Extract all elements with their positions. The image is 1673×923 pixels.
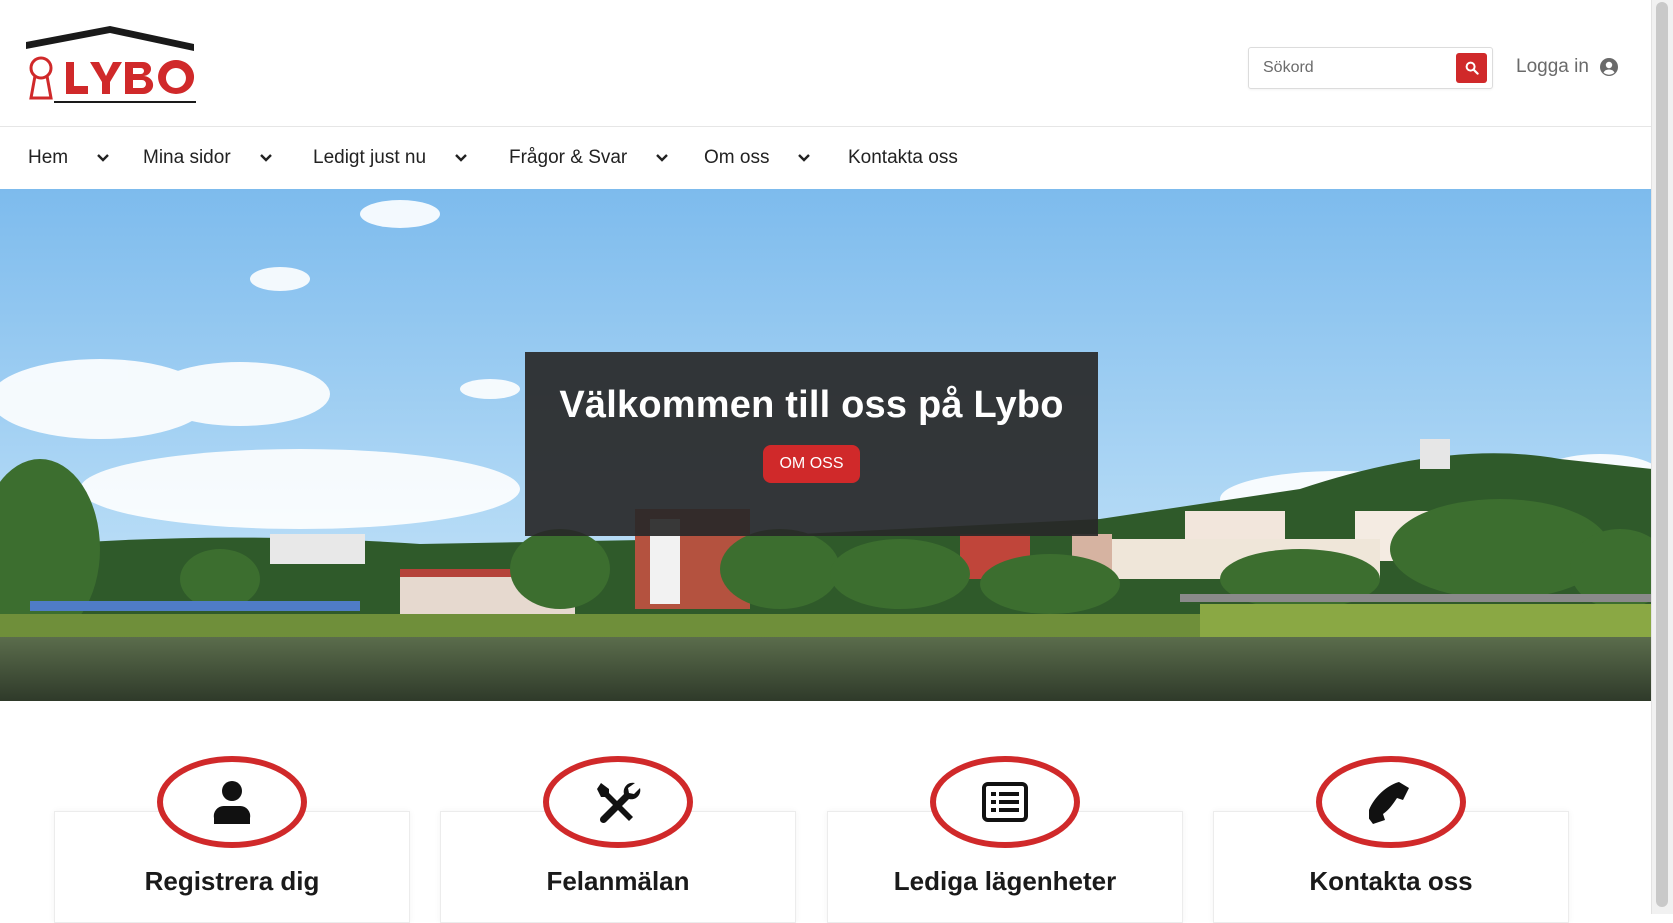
user-circle-icon [1599,58,1618,76]
nav-item-label: Om oss [704,147,770,168]
chevron-down-icon[interactable] [454,153,468,163]
card-icon-badge[interactable] [1316,756,1466,848]
chevron-down-icon[interactable] [797,153,811,163]
search-input[interactable] [1261,48,1445,88]
nav-item-label: Kontakta oss [848,147,958,168]
nav-item-mina-sidor[interactable]: Mina sidor [143,127,273,189]
nav-item-kontakta-oss[interactable]: Kontakta oss [848,127,958,189]
chevron-down-icon[interactable] [655,153,669,163]
tools-icon [597,782,641,824]
scrollbar-thumb[interactable] [1656,2,1668,907]
nav-item-label: Mina sidor [143,147,231,168]
site-header: Logga in [0,0,1652,127]
hero-title: Välkommen till oss på Lybo [559,384,1064,426]
card-title: Registrera dig [144,866,320,896]
nav-item-label: Frågor & Svar [509,147,628,168]
nav-item-ledigt-just-nu[interactable]: Ledigt just nu [313,127,468,189]
login-label: Logga in [1516,56,1589,77]
card-title: Lediga lägenheter [893,866,1117,896]
phone-icon [1369,782,1409,824]
card-icon-badge[interactable] [543,756,693,848]
search-box [1248,47,1493,89]
page: Logga in Hem Mina sidor Ledigt just nu F… [0,0,1652,923]
nav-item-om-oss[interactable]: Om oss [704,127,811,189]
page-scrollbar[interactable] [1651,0,1673,914]
nav-item-label: Hem [28,147,69,168]
nav-item-hem[interactable]: Hem [28,127,110,189]
card-icon-badge[interactable] [930,756,1080,848]
card-icon-badge[interactable] [157,756,307,848]
nav-item-label: Ledigt just nu [313,147,427,168]
om-oss-button[interactable]: OM OSS [763,445,860,483]
list-icon [982,782,1028,822]
hero-banner: Välkommen till oss på Lybo OM OSS [0,189,1652,701]
chevron-down-icon[interactable] [259,153,273,163]
card-title: Kontakta oss [1309,866,1473,896]
lybo-logo[interactable] [24,24,196,110]
main-nav: Hem Mina sidor Ledigt just nu Frågor & S… [0,127,1652,189]
user-icon [213,781,251,824]
search-icon [1465,61,1479,75]
hero-welcome-box: Välkommen till oss på Lybo OM OSS [525,352,1098,536]
chevron-down-icon[interactable] [96,153,110,163]
nav-item-fragor-svar[interactable]: Frågor & Svar [509,127,669,189]
login-link[interactable]: Logga in [1516,52,1619,82]
search-button[interactable] [1456,53,1487,83]
card-title: Felanmälan [546,866,690,896]
